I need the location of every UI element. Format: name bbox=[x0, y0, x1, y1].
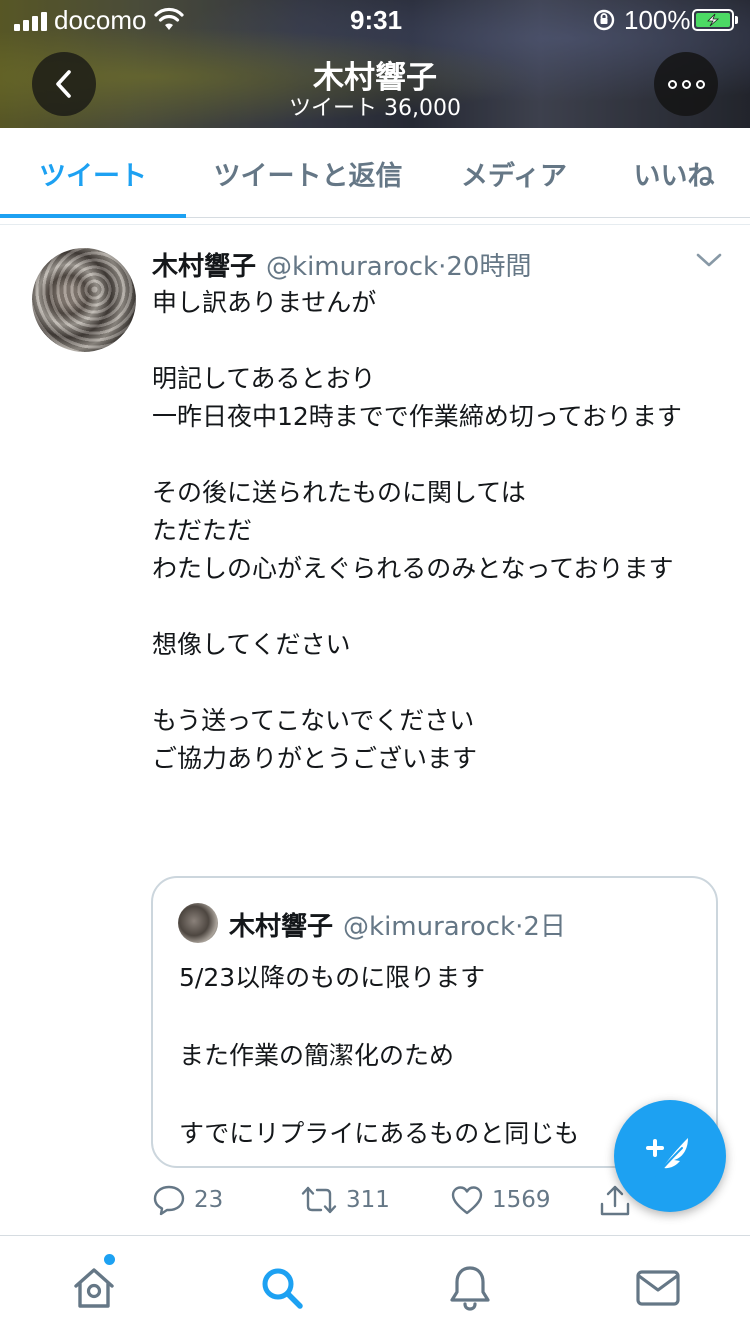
quoted-avatar bbox=[178, 903, 218, 943]
tweet-header: 木村響子 @kimurarock·20時間 bbox=[152, 246, 531, 283]
quoted-tweet-header: 木村響子 @kimurarock·2日 bbox=[229, 906, 566, 943]
reply-count: 23 bbox=[194, 1187, 224, 1213]
home-icon bbox=[74, 1268, 114, 1308]
quoted-tweet-text: 5/23以降のものに限ります また作業の簡潔化のため すでにリプライにあるものと… bbox=[179, 963, 580, 1148]
retweet-button[interactable]: 311 bbox=[300, 1184, 390, 1216]
compose-button[interactable] bbox=[614, 1100, 726, 1212]
mail-icon bbox=[636, 1270, 680, 1306]
clock: 9:31 bbox=[350, 5, 403, 35]
reply-button[interactable]: 23 bbox=[152, 1184, 223, 1216]
heart-icon bbox=[451, 1186, 483, 1215]
carrier-label: docomo bbox=[54, 5, 147, 35]
tweet-count: ツイート 36,000 bbox=[289, 96, 461, 121]
like-count: 1569 bbox=[492, 1187, 551, 1213]
battery-icon bbox=[692, 9, 738, 31]
retweet-icon bbox=[301, 1186, 337, 1214]
battery-percent: 100% bbox=[624, 5, 691, 35]
profile-tabs: ツイート ツイートと返信 メディア いいね bbox=[0, 128, 750, 218]
tab-tweets[interactable]: ツイート bbox=[0, 128, 186, 218]
more-button[interactable] bbox=[654, 52, 718, 116]
nav-notifications[interactable] bbox=[446, 1264, 494, 1312]
bell-icon bbox=[450, 1266, 490, 1311]
like-button[interactable]: 1569 bbox=[450, 1184, 551, 1216]
tweet-author-handle: @kimurarock bbox=[266, 252, 439, 282]
quoted-author-handle: @kimurarock bbox=[343, 912, 516, 942]
tweet-text: 申し訳ありませんが 明記してあるとおり 一昨日夜中12時までで作業締め切っており… bbox=[152, 288, 682, 773]
nav-search[interactable] bbox=[258, 1264, 306, 1312]
tweet-author-name[interactable]: 木村響子 bbox=[152, 252, 256, 282]
quoted-timestamp: 2日 bbox=[523, 912, 566, 942]
quoted-author-name: 木村響子 bbox=[229, 912, 334, 942]
tab-media[interactable]: メディア bbox=[430, 128, 598, 218]
search-icon bbox=[262, 1268, 303, 1309]
more-icon bbox=[667, 79, 677, 89]
tab-tweets-and-replies[interactable]: ツイートと返信 bbox=[186, 128, 430, 218]
status-bar: docomo 9:31 100% bbox=[0, 0, 750, 40]
tab-likes[interactable]: いいね bbox=[598, 128, 750, 218]
notification-dot bbox=[104, 1254, 115, 1265]
wifi-icon bbox=[154, 7, 184, 30]
signal-icon bbox=[14, 9, 47, 31]
bottom-navigation bbox=[0, 1235, 750, 1334]
compose-icon bbox=[646, 1138, 688, 1177]
tweet-timestamp[interactable]: 20時間 bbox=[446, 252, 531, 282]
nav-home[interactable] bbox=[70, 1264, 118, 1312]
nav-messages[interactable] bbox=[634, 1264, 682, 1312]
rotation-lock-icon bbox=[593, 9, 615, 31]
chevron-down-icon[interactable] bbox=[694, 250, 724, 270]
reply-icon bbox=[153, 1185, 185, 1216]
retweet-count: 311 bbox=[346, 1187, 390, 1213]
profile-header: docomo 9:31 100% 木村響子 ツイート 36,000 bbox=[0, 0, 750, 128]
avatar[interactable] bbox=[32, 248, 136, 352]
divider bbox=[0, 224, 750, 225]
